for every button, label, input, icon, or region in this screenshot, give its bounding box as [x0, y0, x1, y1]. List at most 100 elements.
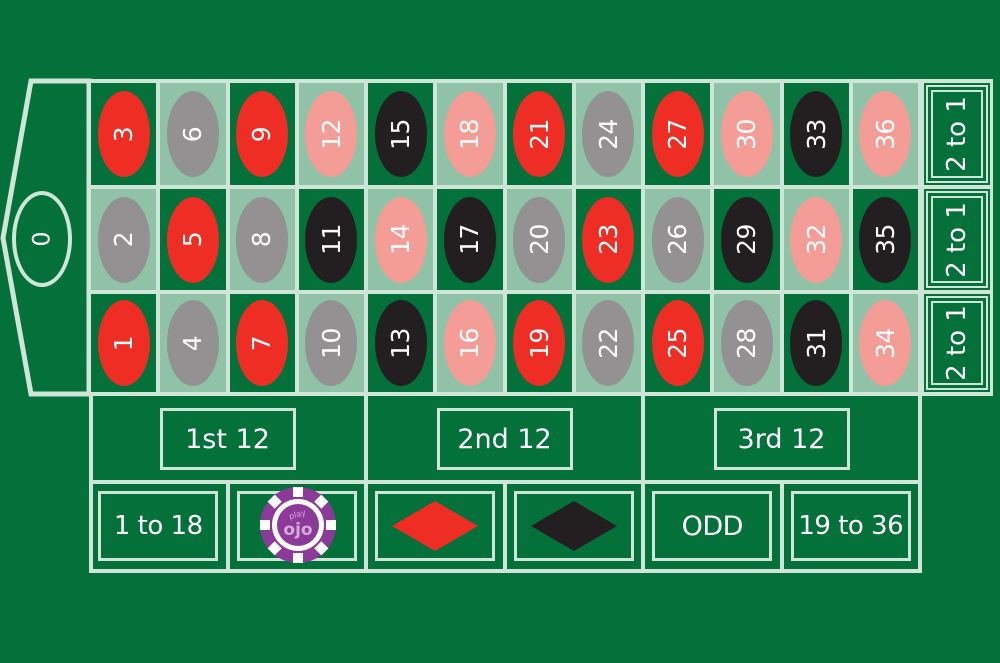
dozen-bet-3[interactable]: 3rd 12: [713, 408, 850, 470]
number-oval-pink: 30: [720, 91, 773, 177]
number-cell-24[interactable]: 24: [573, 81, 643, 187]
number-oval-black: 35: [859, 196, 912, 283]
number-cell-20[interactable]: 20: [504, 187, 574, 292]
number-cell-10[interactable]: 10: [296, 292, 366, 394]
number-cell-33[interactable]: 33: [781, 81, 851, 187]
outside-bet-even-covered-by-chip[interactable]: play ojo: [236, 487, 357, 563]
dozen-label: 3rd 12: [737, 423, 826, 455]
number-label: 24: [593, 118, 623, 150]
outside-bet-red-diamond[interactable]: [375, 491, 496, 561]
grid-line-vertical: [294, 79, 299, 396]
number-label: 26: [663, 224, 693, 255]
number-cell-23[interactable]: 23: [573, 187, 643, 292]
zero-pocket-oval[interactable]: 0: [12, 191, 72, 287]
number-cell-7[interactable]: 7: [227, 292, 297, 394]
number-cell-14[interactable]: 14: [366, 187, 436, 292]
number-label: 2: [109, 231, 139, 248]
number-cell-6[interactable]: 6: [158, 81, 228, 187]
column-bet-2to1-1[interactable]: 2 to 1: [926, 85, 988, 183]
number-label: 1: [109, 335, 139, 351]
grid-line-vertical: [848, 79, 853, 396]
number-cell-9[interactable]: 9: [227, 81, 297, 187]
number-oval-grey: 8: [236, 196, 289, 283]
grid-line-vertical: [641, 79, 645, 396]
number-label: 32: [801, 224, 831, 255]
number-label: 27: [663, 118, 693, 150]
number-label: 20: [524, 224, 554, 255]
red-diamond-icon: [392, 501, 479, 551]
number-cell-4[interactable]: 4: [158, 292, 228, 394]
outside-bet-odd[interactable]: ODD: [652, 491, 773, 561]
column-bet-2to1-2[interactable]: 2 to 1: [926, 191, 988, 288]
number-oval-red: 19: [513, 300, 566, 386]
grid-line-vertical: [225, 79, 230, 396]
dozen-bet-1[interactable]: 1st 12: [159, 408, 296, 470]
column-bet-label: 2 to 1: [942, 96, 972, 172]
number-oval-grey: 4: [166, 300, 219, 386]
number-cell-31[interactable]: 31: [781, 292, 851, 394]
number-cell-29[interactable]: 29: [712, 187, 782, 292]
number-label: 11: [316, 224, 346, 255]
number-oval-grey: 10: [305, 300, 358, 386]
play-ojo-chip-icon[interactable]: playojo: [257, 484, 339, 566]
number-cell-30[interactable]: 30: [712, 81, 782, 187]
number-oval-grey: 24: [582, 91, 635, 177]
column-bet-2to1-3[interactable]: 2 to 1: [926, 296, 988, 390]
dozen-label: 1st 12: [185, 423, 270, 455]
number-cell-22[interactable]: 22: [573, 292, 643, 394]
number-label: 30: [732, 118, 762, 150]
number-label: 19: [524, 327, 554, 359]
number-cell-13[interactable]: 13: [366, 292, 436, 394]
number-cell-25[interactable]: 25: [643, 292, 713, 394]
number-cell-17[interactable]: 17: [435, 187, 505, 292]
number-cell-34[interactable]: 34: [850, 292, 920, 394]
number-cell-35[interactable]: 35: [850, 187, 920, 292]
number-cell-2[interactable]: 2: [89, 187, 159, 292]
number-oval-pink: 34: [859, 300, 912, 386]
number-cell-8[interactable]: 8: [227, 187, 297, 292]
number-cell-28[interactable]: 28: [712, 292, 782, 394]
outside-bet-black-diamond[interactable]: [513, 491, 634, 561]
grid-line-horizontal: [87, 392, 922, 396]
number-cell-16[interactable]: 16: [435, 292, 505, 394]
number-oval-black: 17: [443, 196, 496, 283]
number-cell-11[interactable]: 11: [296, 187, 366, 292]
black-diamond-icon: [530, 501, 617, 551]
grid-line-horizontal: [87, 290, 922, 294]
number-cell-18[interactable]: 18: [435, 81, 505, 187]
number-cell-12[interactable]: 12: [296, 81, 366, 187]
number-cell-32[interactable]: 32: [781, 187, 851, 292]
number-oval-grey: 2: [97, 196, 150, 283]
number-cell-27[interactable]: 27: [643, 81, 713, 187]
number-label: 33: [801, 118, 831, 150]
number-oval-red: 1: [97, 300, 150, 386]
number-cell-3[interactable]: 3: [89, 81, 159, 187]
number-label: 22: [593, 327, 623, 359]
number-cell-15[interactable]: 15: [366, 81, 436, 187]
grid-line-vertical: [502, 79, 507, 396]
number-cell-36[interactable]: 36: [850, 81, 920, 187]
grid-line-vertical: [779, 79, 784, 396]
number-oval-pink: 14: [374, 196, 427, 283]
number-cell-26[interactable]: 26: [643, 187, 713, 292]
dozen-label: 2nd 12: [457, 423, 552, 455]
number-label: 29: [732, 224, 762, 255]
dozen-bet-2[interactable]: 2nd 12: [436, 408, 573, 470]
number-cell-5[interactable]: 5: [158, 187, 228, 292]
zero-label: 0: [28, 231, 56, 247]
outside-bet-19-to-36[interactable]: 19 to 36: [790, 491, 911, 561]
number-cell-19[interactable]: 19: [504, 292, 574, 394]
outside-line: [364, 392, 368, 573]
outside-bet-label: ODD: [681, 510, 744, 542]
number-cell-1[interactable]: 1: [89, 292, 159, 394]
number-oval-black: 13: [374, 300, 427, 386]
number-oval-red: 5: [166, 196, 219, 283]
number-label: 12: [316, 118, 346, 150]
column-bet-label: 2 to 1: [942, 305, 972, 381]
number-cell-21[interactable]: 21: [504, 81, 574, 187]
number-label: 7: [247, 335, 277, 351]
number-oval-grey: 28: [720, 300, 773, 386]
grid-line-horizontal: [87, 79, 922, 83]
outside-bet-1-to-18[interactable]: 1 to 18: [98, 491, 219, 561]
number-oval-red: 23: [582, 196, 635, 283]
